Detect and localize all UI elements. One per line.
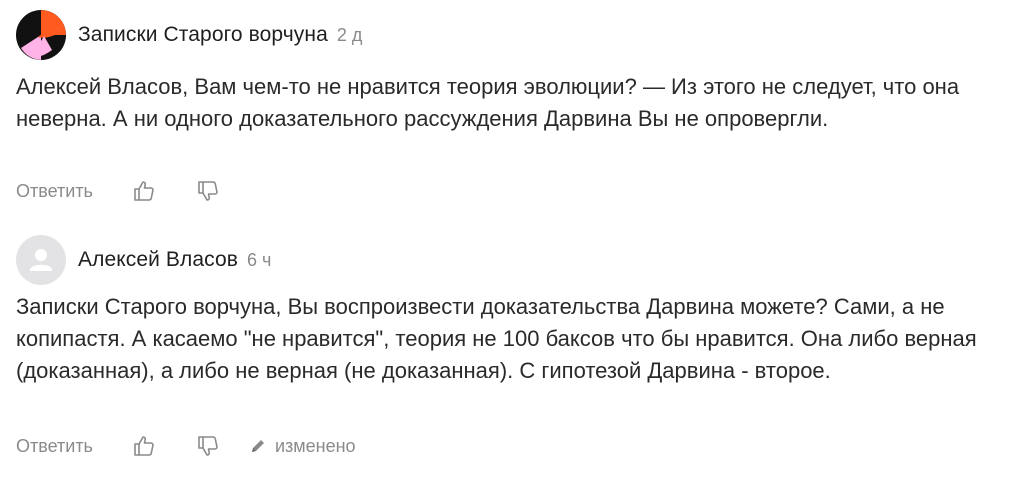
thumbs-up-icon — [134, 436, 154, 456]
edited-label: изменено — [274, 435, 356, 456]
dislike-button[interactable] — [195, 178, 221, 204]
comment-time: 2 д — [336, 24, 363, 45]
channel-logo-icon — [16, 10, 66, 60]
like-button[interactable] — [131, 433, 157, 459]
reply-button[interactable]: Ответить — [16, 181, 93, 202]
comment-actions: Ответить — [16, 176, 221, 206]
default-user-avatar-icon — [16, 235, 66, 285]
comment-header: Алексей Власов 6 ч — [16, 235, 271, 285]
comment-actions: Ответить изменено — [16, 431, 356, 461]
comments-page: Записки Старого ворчуна 2 д Алексей Влас… — [0, 0, 1009, 480]
comment-time: 6 ч — [247, 249, 272, 270]
comment-text: Записки Старого ворчуна, Вы воспроизвест… — [16, 294, 977, 383]
author-name[interactable]: Записки Старого ворчуна — [78, 23, 328, 47]
avatar[interactable] — [16, 10, 66, 60]
thumbs-down-icon — [198, 181, 218, 201]
thumbs-up-icon — [134, 181, 154, 201]
like-button[interactable] — [131, 178, 157, 204]
reply-button[interactable]: Ответить — [16, 436, 93, 457]
author-name[interactable]: Алексей Власов — [78, 248, 238, 272]
pencil-icon — [251, 440, 264, 452]
dislike-button[interactable] — [195, 433, 221, 459]
avatar[interactable] — [16, 235, 66, 285]
comment-text: Алексей Власов, Вам чем-то не нравится т… — [16, 74, 960, 131]
edited-indicator: изменено — [249, 436, 356, 457]
comment-header: Записки Старого ворчуна 2 д — [16, 10, 362, 60]
thumbs-down-icon — [198, 436, 218, 456]
